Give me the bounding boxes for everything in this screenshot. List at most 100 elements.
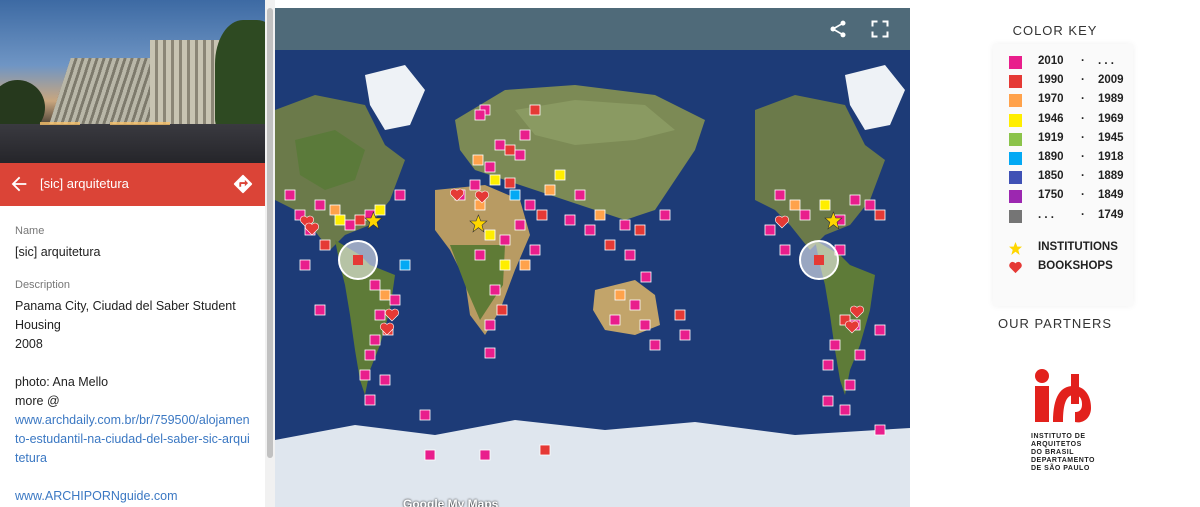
map-marker[interactable] bbox=[484, 347, 496, 359]
map-marker[interactable] bbox=[389, 294, 401, 306]
map-marker[interactable] bbox=[604, 239, 616, 251]
world-map[interactable]: Google My Maps bbox=[275, 8, 910, 507]
map-marker[interactable] bbox=[489, 174, 501, 186]
map-marker[interactable] bbox=[484, 161, 496, 173]
map-marker[interactable] bbox=[649, 339, 661, 351]
map-marker[interactable] bbox=[829, 339, 841, 351]
map-marker[interactable] bbox=[379, 374, 391, 386]
map-marker[interactable] bbox=[564, 214, 576, 226]
map-marker[interactable] bbox=[519, 129, 531, 141]
map-marker[interactable] bbox=[679, 329, 691, 341]
map-marker[interactable] bbox=[479, 449, 491, 461]
share-icon[interactable] bbox=[828, 19, 848, 39]
map-marker[interactable] bbox=[474, 249, 486, 261]
map-marker[interactable] bbox=[640, 271, 652, 283]
google-my-maps-attribution[interactable]: Google My Maps bbox=[403, 497, 498, 507]
map-marker[interactable] bbox=[819, 199, 831, 211]
map-marker[interactable] bbox=[284, 189, 296, 201]
map-marker[interactable] bbox=[822, 359, 834, 371]
map-marker[interactable] bbox=[329, 204, 341, 216]
panel-scrollbar-thumb[interactable] bbox=[267, 8, 273, 458]
map-marker[interactable] bbox=[364, 394, 376, 406]
map-marker[interactable] bbox=[764, 224, 776, 236]
map-marker[interactable] bbox=[659, 209, 671, 221]
map-marker[interactable] bbox=[594, 209, 606, 221]
map-marker[interactable] bbox=[314, 304, 326, 316]
map-marker[interactable] bbox=[496, 304, 508, 316]
map-marker[interactable] bbox=[639, 319, 651, 331]
map-marker[interactable] bbox=[504, 177, 516, 189]
map-marker[interactable] bbox=[474, 109, 486, 121]
back-arrow-icon[interactable] bbox=[8, 173, 30, 195]
map-marker[interactable] bbox=[504, 144, 516, 156]
map-marker[interactable] bbox=[472, 154, 484, 166]
map-marker[interactable] bbox=[849, 194, 861, 206]
map-marker[interactable] bbox=[509, 189, 521, 201]
map-marker[interactable] bbox=[799, 209, 811, 221]
map-marker[interactable] bbox=[499, 259, 511, 271]
map-marker[interactable] bbox=[499, 234, 511, 246]
map-marker[interactable] bbox=[354, 214, 366, 226]
map-marker[interactable] bbox=[789, 199, 801, 211]
map-marker[interactable] bbox=[536, 209, 548, 221]
map-marker[interactable] bbox=[484, 229, 496, 241]
map-marker[interactable] bbox=[344, 219, 356, 231]
selected-marker[interactable] bbox=[353, 255, 363, 265]
map-marker[interactable] bbox=[634, 224, 646, 236]
map-marker[interactable] bbox=[374, 204, 386, 216]
map-marker[interactable] bbox=[379, 289, 391, 301]
archdaily-link[interactable]: www.archdaily.com.br/br/759500/alojament… bbox=[15, 413, 250, 465]
map-marker[interactable] bbox=[674, 309, 686, 321]
map-marker[interactable] bbox=[334, 214, 346, 226]
map-marker[interactable] bbox=[524, 199, 536, 211]
map-marker[interactable] bbox=[399, 259, 411, 271]
map-marker[interactable] bbox=[544, 184, 556, 196]
map-marker[interactable] bbox=[484, 319, 496, 331]
map-marker[interactable] bbox=[609, 314, 621, 326]
map-marker[interactable] bbox=[624, 249, 636, 261]
map-marker[interactable] bbox=[319, 239, 331, 251]
map-marker[interactable] bbox=[874, 209, 886, 221]
map-marker[interactable] bbox=[469, 179, 481, 191]
map-marker[interactable] bbox=[394, 189, 406, 201]
directions-icon[interactable] bbox=[232, 173, 254, 195]
map-marker[interactable] bbox=[514, 149, 526, 161]
map-marker[interactable] bbox=[584, 224, 596, 236]
place-photo[interactable] bbox=[0, 0, 265, 163]
map-marker[interactable] bbox=[554, 169, 566, 181]
map-marker[interactable] bbox=[539, 444, 551, 456]
map-marker[interactable] bbox=[364, 349, 376, 361]
map-marker[interactable] bbox=[519, 259, 531, 271]
map-marker[interactable] bbox=[822, 395, 834, 407]
map-marker[interactable] bbox=[529, 244, 541, 256]
map-marker[interactable] bbox=[874, 424, 886, 436]
map-marker[interactable] bbox=[774, 189, 786, 201]
map-marker[interactable] bbox=[779, 244, 791, 256]
map-marker[interactable] bbox=[369, 279, 381, 291]
selected-marker[interactable] bbox=[814, 255, 824, 265]
iab-logo[interactable] bbox=[1031, 366, 1101, 426]
map-marker[interactable] bbox=[874, 324, 886, 336]
map-marker[interactable] bbox=[619, 219, 631, 231]
map-canvas[interactable] bbox=[275, 50, 910, 507]
map-marker[interactable] bbox=[299, 259, 311, 271]
map-marker[interactable] bbox=[369, 334, 381, 346]
map-marker[interactable] bbox=[374, 309, 386, 321]
map-marker[interactable] bbox=[839, 404, 851, 416]
map-marker[interactable] bbox=[629, 299, 641, 311]
fullscreen-icon[interactable] bbox=[870, 19, 890, 39]
map-marker[interactable] bbox=[359, 369, 371, 381]
map-marker[interactable] bbox=[419, 409, 431, 421]
map-marker[interactable] bbox=[574, 189, 586, 201]
map-marker[interactable] bbox=[314, 199, 326, 211]
map-marker[interactable] bbox=[514, 219, 526, 231]
map-marker[interactable] bbox=[489, 284, 501, 296]
map-marker[interactable] bbox=[844, 379, 856, 391]
archiporn-guide-link[interactable]: www.ARCHIPORNguide.com bbox=[15, 489, 178, 503]
map-marker[interactable] bbox=[529, 104, 541, 116]
map-marker[interactable] bbox=[614, 289, 626, 301]
map-marker[interactable] bbox=[854, 349, 866, 361]
map-marker[interactable] bbox=[864, 199, 876, 211]
map-marker[interactable] bbox=[494, 139, 506, 151]
map-marker[interactable] bbox=[424, 449, 436, 461]
